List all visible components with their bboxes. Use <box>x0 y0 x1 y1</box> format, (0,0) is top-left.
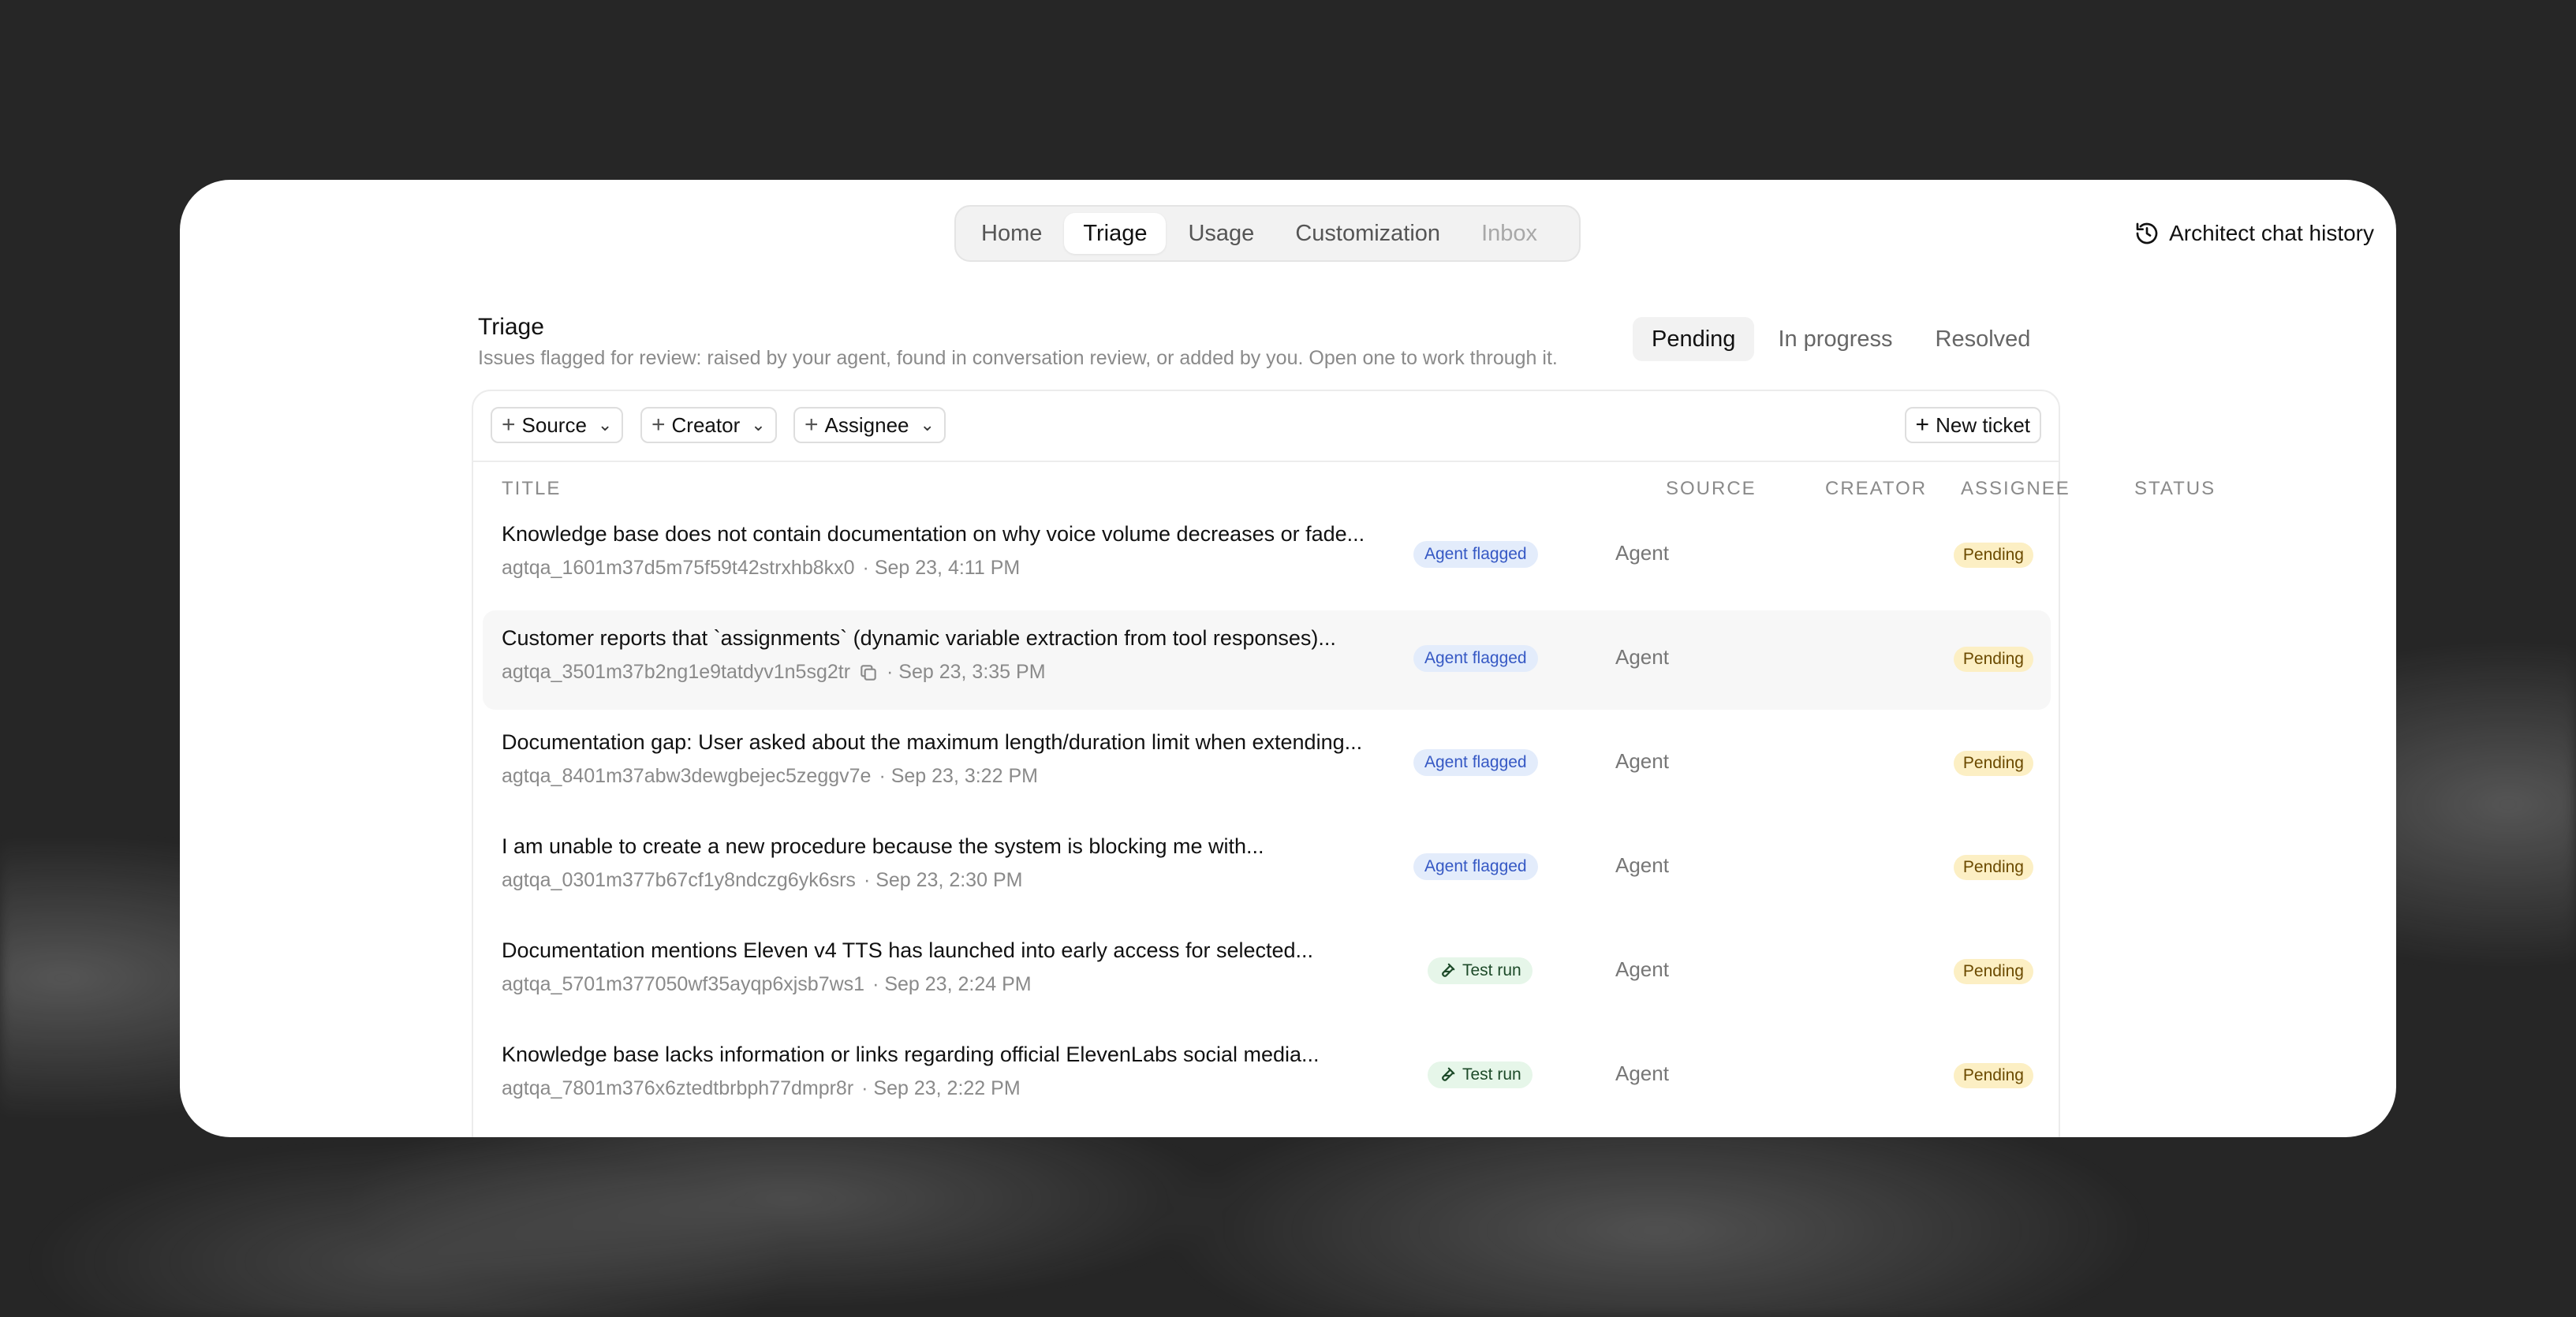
assignee-filter-button[interactable]: + Assignee ⌄ <box>793 407 946 443</box>
source-badge-label: Test run <box>1462 961 1521 979</box>
status-tab-resolved[interactable]: Resolved <box>1917 317 2050 361</box>
source-filter-button[interactable]: + Source ⌄ <box>491 407 624 443</box>
page-title: Triage <box>478 314 544 340</box>
plus-icon: + <box>805 412 819 438</box>
source-badge: Agent flagged <box>1413 749 1538 776</box>
ticket-id: agtqa_5701m377050wf35ayqp6xjsb7ws1 <box>502 973 865 995</box>
ticket-meta: agtqa_1601m37d5m75f59t42strxhb8kx0 · Sep… <box>502 557 1020 580</box>
ticket-title: Knowledge base does not contain document… <box>502 522 1365 546</box>
test-tube-icon <box>1442 1067 1455 1081</box>
ticket-id: agtqa_3501m37b2ng1e9tatdyv1n5sg2tr <box>502 661 851 683</box>
column-title: TITLE <box>502 478 562 499</box>
ticket-title: Documentation mentions Eleven v4 TTS has… <box>502 938 1314 962</box>
new-ticket-button[interactable]: + New ticket <box>1904 407 2041 443</box>
copy-icon[interactable] <box>858 662 879 683</box>
column-source: SOURCE <box>1666 478 1757 499</box>
ticket-time: · Sep 23, 3:35 PM <box>887 661 1046 683</box>
table-header: TITLE SOURCE CREATOR ASSIGNEE STATUS <box>473 478 2214 502</box>
ticket-time: · Sep 23, 2:30 PM <box>863 869 1023 891</box>
ticket-creator: Agent <box>1615 645 1669 669</box>
tab-inbox[interactable]: Inbox <box>1462 213 1556 254</box>
top-nav: Home Triage Usage Customization Inbox <box>954 205 1581 262</box>
table-row[interactable]: I am unable to create a new procedure be… <box>483 819 2051 918</box>
test-tube-icon <box>1442 963 1455 977</box>
source-filter-label: Source <box>521 412 587 437</box>
source-badge: Test run <box>1428 957 1533 984</box>
plus-icon: + <box>1915 412 1930 438</box>
ticket-id: agtqa_8401m37abw3dewgbejec5zeggv7e <box>502 765 872 787</box>
history-icon <box>2136 222 2158 244</box>
ticket-meta: agtqa_7801m376x6ztedtbrbph77dmpr8r · Sep… <box>502 1077 1021 1100</box>
creator-filter-label: Creator <box>671 412 741 437</box>
ticket-meta: agtqa_8401m37abw3dewgbejec5zeggv7e · Sep… <box>502 765 1038 788</box>
column-status: STATUS <box>2134 478 2216 499</box>
tickets-panel: + Source ⌄ + Creator ⌄ + Assignee ⌄ + Ne… <box>472 390 2214 1137</box>
chevron-down-icon: ⌄ <box>597 415 613 435</box>
table-row[interactable]: Knowledge base does not contain document… <box>483 506 2051 606</box>
assignee-filter-label: Assignee <box>824 412 909 437</box>
status-badge: Pending <box>1953 855 2033 880</box>
tab-customization[interactable]: Customization <box>1276 213 1459 254</box>
ticket-creator: Agent <box>1615 1061 1669 1085</box>
history-label: Architect chat history <box>2169 221 2374 245</box>
tab-home[interactable]: Home <box>962 213 1061 254</box>
ticket-id: agtqa_0301m377b67cf1y8ndczg6yk6srs <box>502 869 856 891</box>
ticket-time: · Sep 23, 3:22 PM <box>879 765 1038 787</box>
ticket-creator: Agent <box>1615 957 1669 981</box>
status-badge: Pending <box>1953 1063 2033 1088</box>
ticket-meta: agtqa_3501m37b2ng1e9tatdyv1n5sg2tr · Sep… <box>502 661 1046 684</box>
source-badge: Agent flagged <box>1413 853 1538 880</box>
ticket-meta: agtqa_5701m377050wf35ayqp6xjsb7ws1 · Sep… <box>502 973 1032 996</box>
architect-chat-history-button[interactable]: Architect chat history <box>2134 218 2374 249</box>
chevron-down-icon: ⌄ <box>920 415 935 435</box>
table-row[interactable]: Knowledge base lacks information or link… <box>483 1027 2051 1126</box>
page-subtitle: Issues flagged for review: raised by you… <box>478 347 1558 369</box>
source-badge: Agent flagged <box>1413 541 1538 568</box>
ticket-id: agtqa_7801m376x6ztedtbrbph77dmpr8r <box>502 1077 854 1099</box>
app-window: Home Triage Usage Customization Inbox Ar… <box>180 180 2396 1137</box>
status-tab-pending[interactable]: Pending <box>1633 317 1755 361</box>
status-badge: Pending <box>1953 543 2033 568</box>
tab-triage[interactable]: Triage <box>1064 213 1167 254</box>
ticket-creator: Agent <box>1615 853 1669 877</box>
source-badge: Agent flagged <box>1413 645 1538 672</box>
table-row[interactable]: Documentation gap: User asked about the … <box>483 714 2051 814</box>
tab-usage[interactable]: Usage <box>1169 213 1273 254</box>
plus-icon: + <box>502 412 516 438</box>
ticket-creator: Agent <box>1615 749 1669 773</box>
ticket-title: Documentation gap: User asked about the … <box>502 730 1363 754</box>
status-badge: Pending <box>1953 959 2033 984</box>
status-badge: Pending <box>1953 751 2033 776</box>
table-row[interactable]: Customer reports that `assignments` (dyn… <box>483 610 2051 710</box>
new-ticket-label: New ticket <box>1936 412 2030 437</box>
ticket-time: · Sep 23, 2:22 PM <box>861 1077 1021 1099</box>
column-creator: CREATOR <box>1825 478 1928 499</box>
source-badge: Test run <box>1428 1061 1533 1088</box>
chevron-down-icon: ⌄ <box>751 415 766 435</box>
ticket-creator: Agent <box>1615 541 1669 565</box>
ticket-id: agtqa_1601m37d5m75f59t42strxhb8kx0 <box>502 557 855 579</box>
plus-icon: + <box>651 412 666 438</box>
ticket-time: · Sep 23, 2:24 PM <box>872 973 1032 995</box>
column-assignee: ASSIGNEE <box>1961 478 2070 499</box>
ticket-time: · Sep 23, 4:11 PM <box>862 557 1021 579</box>
ticket-title: Customer reports that `assignments` (dyn… <box>502 626 1336 650</box>
ticket-title: Knowledge base lacks information or link… <box>502 1043 1320 1066</box>
status-tabs: Pending In progress Resolved <box>1633 317 2049 361</box>
ticket-meta: agtqa_0301m377b67cf1y8ndczg6yk6srs · Sep… <box>502 869 1022 892</box>
status-badge: Pending <box>1953 647 2033 672</box>
creator-filter-button[interactable]: + Creator ⌄ <box>640 407 777 443</box>
table-row[interactable]: Documentation mentions Eleven v4 TTS has… <box>483 923 2051 1022</box>
source-badge-label: Test run <box>1462 1065 1521 1084</box>
status-tab-in-progress[interactable]: In progress <box>1759 317 1911 361</box>
ticket-title: I am unable to create a new procedure be… <box>502 834 1264 858</box>
filter-bar: + Source ⌄ + Creator ⌄ + Assignee ⌄ + Ne… <box>473 391 2059 462</box>
